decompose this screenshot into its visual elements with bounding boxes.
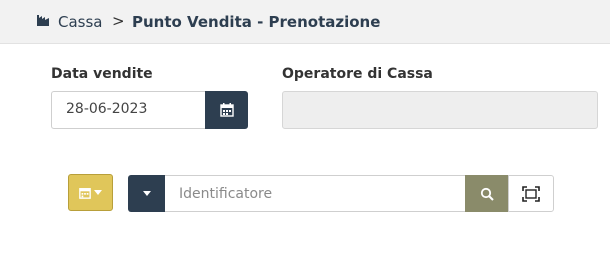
scan-button[interactable] bbox=[508, 175, 554, 212]
date-field[interactable]: 28-06-2023 bbox=[51, 91, 205, 129]
identifier-type-dropdown[interactable] bbox=[128, 175, 165, 212]
date-picker-button[interactable] bbox=[205, 91, 248, 129]
calendar-icon bbox=[219, 103, 234, 117]
calendar-dropdown-button[interactable] bbox=[68, 174, 113, 211]
breadcrumb-root-link[interactable]: Cassa bbox=[58, 13, 103, 31]
breadcrumb-bar: Cassa > Punto Vendita - Prenotazione bbox=[0, 0, 610, 44]
search-icon bbox=[480, 187, 494, 201]
page-title: Punto Vendita - Prenotazione bbox=[132, 13, 381, 31]
identifier-input[interactable] bbox=[165, 175, 465, 212]
breadcrumb-separator: > bbox=[112, 12, 125, 30]
caret-down-icon bbox=[94, 189, 102, 195]
date-label: Data vendite bbox=[51, 66, 153, 82]
barcode-scan-icon bbox=[522, 185, 540, 202]
search-button[interactable] bbox=[465, 175, 508, 212]
operator-field bbox=[282, 91, 598, 129]
home-icon[interactable] bbox=[36, 13, 50, 27]
caret-down-icon bbox=[142, 190, 151, 196]
calendar-icon bbox=[79, 187, 91, 199]
operator-label: Operatore di Cassa bbox=[282, 66, 433, 82]
